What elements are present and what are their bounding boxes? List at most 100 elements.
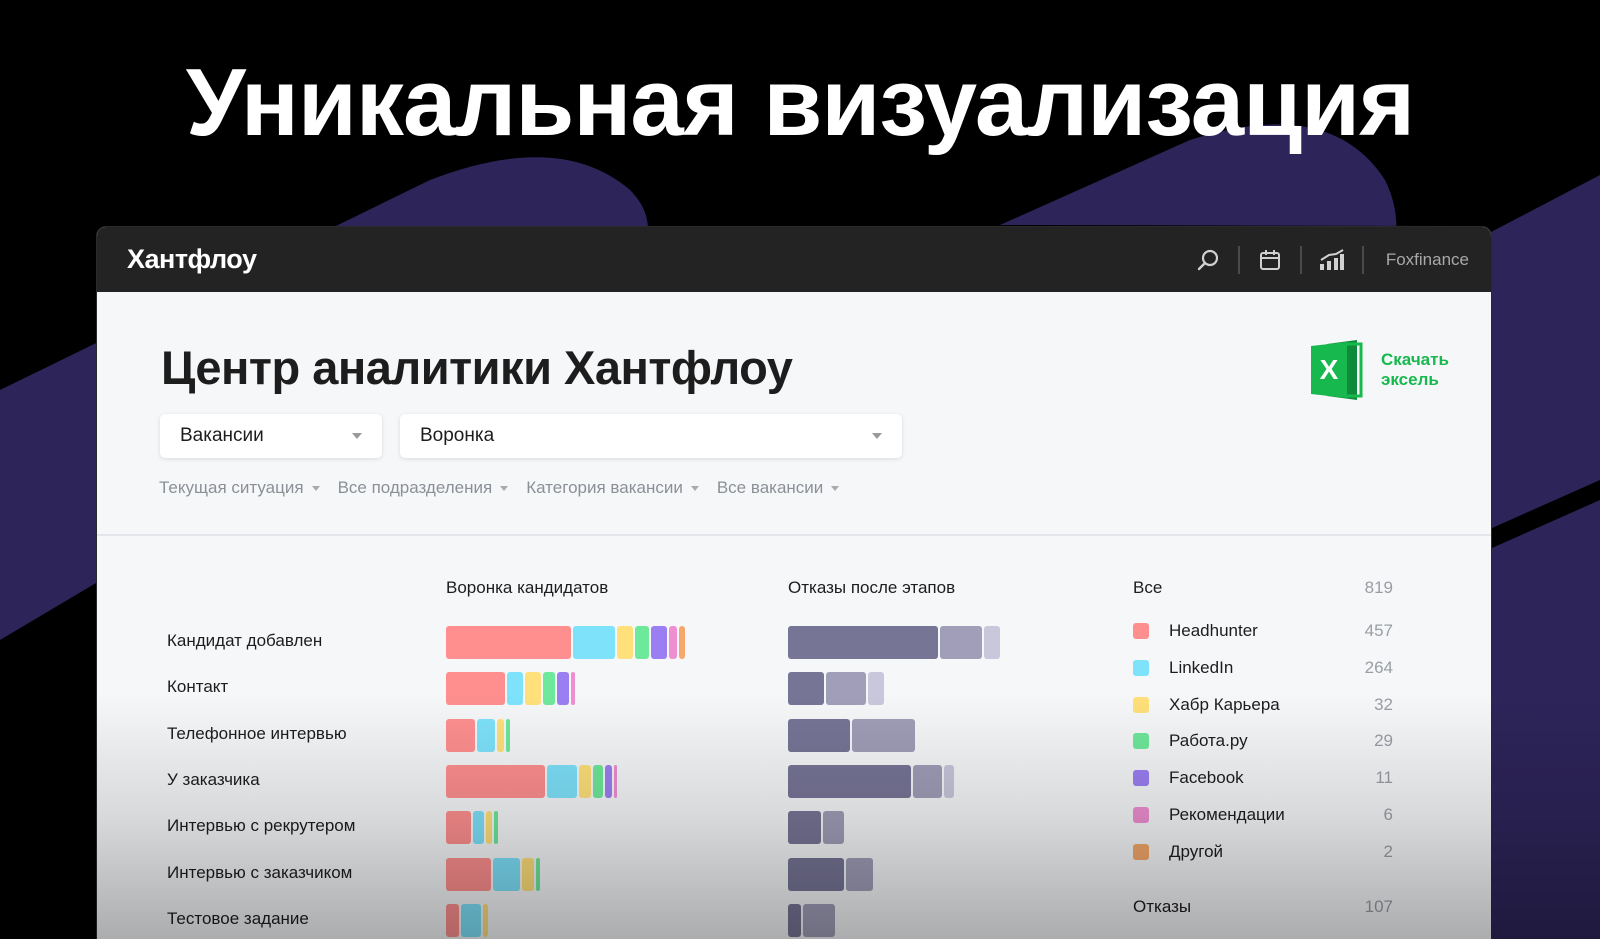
rejection-bar-segment[interactable]	[852, 718, 915, 752]
calendar-icon[interactable]	[1240, 227, 1300, 292]
funnel-bar-segment[interactable]	[651, 626, 667, 659]
legend-total-label: Все	[1133, 578, 1163, 597]
report-type-select[interactable]: Вакансии	[160, 414, 382, 458]
company-name[interactable]: Foxfinance	[1364, 250, 1469, 270]
filter-vacancy-category[interactable]: Категория вакансии	[526, 478, 699, 498]
analytics-icon[interactable]	[1302, 227, 1362, 292]
legend-item-name: Рекомендации	[1169, 805, 1285, 824]
stage-label: Интервью с рекрутером	[167, 816, 356, 836]
report-view-select[interactable]: Воронка	[400, 414, 902, 458]
rejection-bar-row[interactable]	[788, 718, 915, 752]
rejection-bar-segment[interactable]	[788, 672, 824, 706]
funnel-bar-segment[interactable]	[614, 764, 617, 798]
funnel-bar-row[interactable]	[446, 811, 498, 845]
rejection-bar-segment[interactable]	[788, 857, 844, 891]
funnel-bar-segment[interactable]	[494, 811, 498, 845]
rejection-bar-segment[interactable]	[803, 903, 835, 937]
rejection-bar-segment[interactable]	[788, 718, 850, 752]
funnel-bar-segment[interactable]	[525, 672, 541, 706]
legend-item[interactable]: Headhunter 457	[1133, 621, 1393, 641]
funnel-bar-segment[interactable]	[679, 626, 685, 659]
funnel-bar-segment[interactable]	[477, 718, 495, 752]
rejection-bar-row[interactable]	[788, 903, 835, 937]
rejection-bar-segment[interactable]	[823, 811, 844, 845]
legend-item-value: 2	[1383, 841, 1393, 861]
funnel-bar-segment[interactable]	[547, 764, 577, 798]
legend-item[interactable]: Хабр Карьера 32	[1133, 695, 1393, 715]
funnel-bar-row[interactable]	[446, 626, 685, 659]
legend-item[interactable]: Facebook 11	[1133, 768, 1393, 788]
funnel-bar-segment[interactable]	[635, 626, 649, 659]
stage-label: Кандидат добавлен	[167, 631, 323, 650]
funnel-bar-segment[interactable]	[497, 718, 504, 752]
rejection-bar-row[interactable]	[788, 626, 1000, 659]
funnel-bar-segment[interactable]	[483, 903, 488, 937]
funnel-bar-segment[interactable]	[536, 857, 540, 891]
rejection-bar-segment[interactable]	[788, 903, 801, 937]
funnel-bar-segment[interactable]	[617, 626, 633, 659]
funnel-bar-segment[interactable]	[493, 857, 520, 891]
rejection-bar-segment[interactable]	[984, 626, 1000, 659]
rejection-bar-segment[interactable]	[826, 672, 866, 706]
funnel-bar-segment[interactable]	[543, 672, 555, 706]
rejection-bar-segment[interactable]	[788, 764, 911, 798]
excel-icon: X	[1311, 340, 1363, 400]
rejection-bar-row[interactable]	[788, 672, 884, 706]
funnel-bar-segment[interactable]	[506, 718, 510, 752]
funnel-bar-segment[interactable]	[593, 764, 603, 798]
funnel-bar-segment[interactable]	[557, 672, 569, 706]
legend-item[interactable]: Другой 2	[1133, 842, 1393, 862]
funnel-bar-segment[interactable]	[446, 718, 475, 752]
legend-swatch	[1133, 623, 1149, 639]
rejection-bar-row[interactable]	[788, 857, 873, 891]
filter-period[interactable]: Текущая ситуация	[159, 478, 320, 498]
legend-item[interactable]: Работа.ру 29	[1133, 731, 1393, 751]
funnel-bar-row[interactable]	[446, 672, 575, 706]
funnel-bar-row[interactable]	[446, 903, 488, 937]
funnel-bar-segment[interactable]	[446, 857, 491, 891]
rejection-bar-segment[interactable]	[846, 857, 873, 891]
search-icon[interactable]	[1178, 227, 1238, 292]
rejection-bar-segment[interactable]	[788, 811, 821, 845]
funnel-bar-segment[interactable]	[522, 857, 534, 891]
legend-item-name: Другой	[1169, 841, 1224, 861]
funnel-bar-segment[interactable]	[486, 811, 492, 845]
rejections-column-title: Отказы после этапов	[788, 578, 956, 597]
filter-divisions[interactable]: Все подразделения	[338, 478, 509, 498]
funnel-bar-segment[interactable]	[446, 626, 571, 659]
funnel-bar-segment[interactable]	[573, 626, 615, 659]
funnel-bar-segment[interactable]	[571, 672, 575, 706]
funnel-bar-row[interactable]	[446, 857, 540, 891]
rejection-bar-segment[interactable]	[788, 626, 938, 659]
legend-item-value: 264	[1364, 657, 1393, 677]
funnel-bar-segment[interactable]	[446, 903, 459, 937]
chevron-down-icon	[872, 433, 882, 439]
legend-item[interactable]: LinkedIn 264	[1133, 658, 1393, 678]
stage-label: Тестовое задание	[167, 908, 309, 928]
rejection-bar-row[interactable]	[788, 811, 844, 845]
download-excel-button[interactable]: X Скачать эксель	[1311, 338, 1461, 402]
rejection-bar-segment[interactable]	[940, 626, 982, 659]
funnel-bar-row[interactable]	[446, 718, 510, 752]
legend-item-name: LinkedIn	[1169, 657, 1234, 677]
funnel-bar-segment[interactable]	[461, 903, 481, 937]
logo[interactable]: Хантфлоу	[127, 244, 257, 275]
funnel-bar-segment[interactable]	[669, 626, 677, 659]
filter-vacancies[interactable]: Все вакансии	[717, 478, 840, 498]
legend-item-value: 457	[1364, 621, 1393, 640]
funnel-bar-segment[interactable]	[446, 811, 471, 845]
legend-item[interactable]: Рекомендации 6	[1133, 805, 1393, 825]
funnel-bar-segment[interactable]	[446, 764, 545, 798]
rejection-bar-segment[interactable]	[868, 672, 884, 706]
funnel-bar-segment[interactable]	[605, 764, 612, 798]
rejection-bar-segment[interactable]	[913, 764, 942, 798]
funnel-bar-row[interactable]	[446, 764, 617, 798]
funnel-bar-segment[interactable]	[507, 672, 523, 706]
rejection-bar-row[interactable]	[788, 764, 954, 798]
legend-swatch	[1133, 696, 1149, 713]
funnel-bar-segment[interactable]	[579, 764, 591, 798]
funnel-bar-segment[interactable]	[446, 672, 505, 706]
funnel-bar-segment[interactable]	[473, 811, 484, 845]
report-type-value: Вакансии	[180, 425, 264, 446]
rejection-bar-segment[interactable]	[944, 764, 954, 798]
